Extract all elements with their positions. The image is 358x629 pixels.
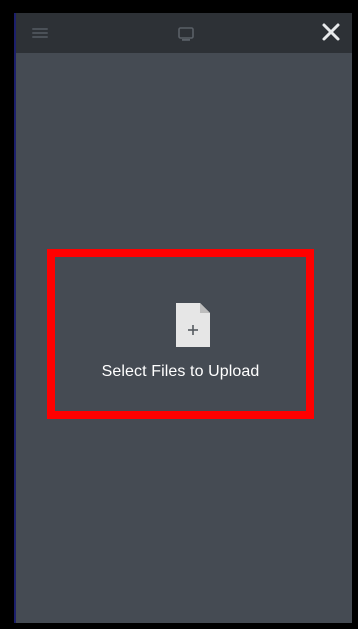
upload-label: Select Files to Upload (101, 363, 260, 380)
menu-line (32, 32, 48, 34)
menu-line (32, 28, 48, 30)
top-bar (16, 13, 352, 53)
menu-line (32, 36, 48, 38)
upload-screen: Select Files to Upload (14, 13, 352, 623)
select-files-button[interactable]: Select Files to Upload (47, 249, 314, 419)
monitor-icon[interactable] (176, 25, 198, 43)
hamburger-menu-icon[interactable] (30, 25, 50, 41)
close-icon[interactable] (318, 19, 344, 45)
file-add-icon (174, 301, 212, 349)
app-frame: Select Files to Upload (0, 0, 358, 629)
